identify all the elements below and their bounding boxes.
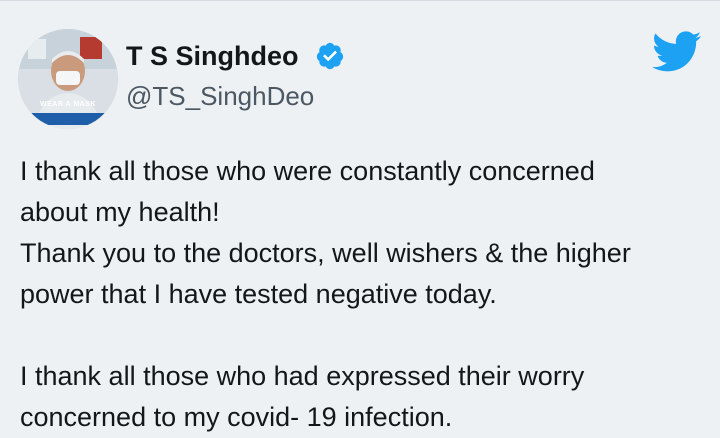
- tweet-line: I thank all those who were constantly co…: [20, 156, 595, 186]
- tweet-line: Thank you to the doctors, well wishers &…: [20, 238, 631, 268]
- tweet-line: I thank all those who had expressed thei…: [20, 361, 585, 391]
- avatar-caption: WEAR A MASK: [40, 101, 96, 108]
- profile-photo: [18, 29, 118, 129]
- display-name[interactable]: T S Singhdeo: [126, 39, 299, 73]
- handle[interactable]: @TS_SinghDeo: [126, 79, 314, 113]
- tweet-line: about my health!: [20, 197, 220, 227]
- tweet-line: concerned to my covid- 19 infection.: [20, 402, 453, 432]
- twitter-bird-icon[interactable]: [652, 31, 702, 73]
- tweet-card: WEAR A MASK T S Singhdeo @TS_SinghDeo I …: [0, 0, 720, 432]
- verified-badge-icon: [316, 42, 344, 70]
- tweet-text: I thank all those who were constantly co…: [20, 151, 710, 438]
- avatar[interactable]: WEAR A MASK: [18, 29, 118, 129]
- tweet-line: power that I have tested negative today.: [20, 279, 497, 309]
